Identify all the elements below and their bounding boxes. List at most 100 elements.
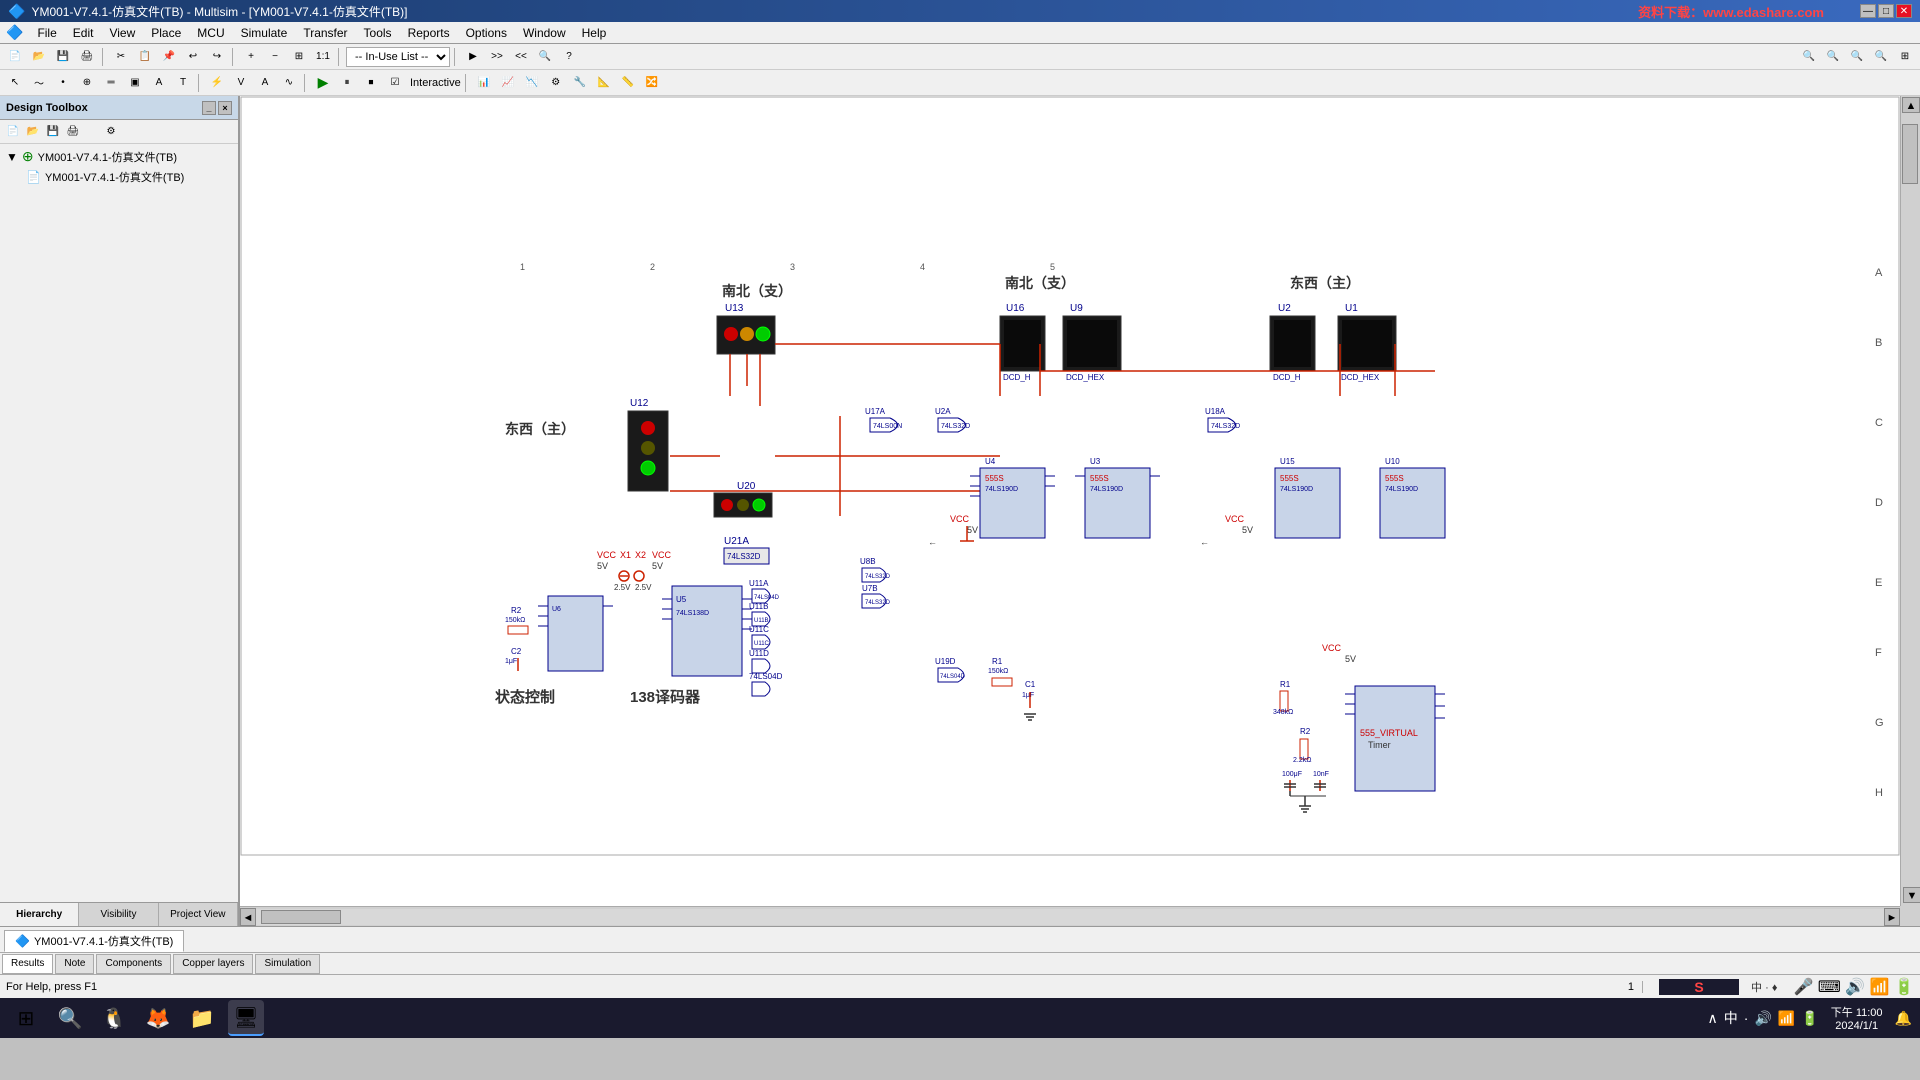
ammeter-btn[interactable]: A <box>254 73 276 93</box>
help-btn2[interactable]: ? <box>558 47 580 67</box>
result-tab-note[interactable]: Note <box>55 954 94 974</box>
analysis3-btn[interactable]: 📉 <box>521 73 543 93</box>
result-tab-copper[interactable]: Copper layers <box>173 954 253 974</box>
scroll-up-btn[interactable]: ▲ <box>1902 97 1920 113</box>
schematic-view[interactable]: 数字交通灯 A B C D E F G H U13 <box>240 96 1900 906</box>
save-button[interactable]: 💾 <box>52 47 74 67</box>
label-btn[interactable]: T <box>172 73 194 93</box>
result-tab-components[interactable]: Components <box>96 954 171 974</box>
panel-tb-open[interactable]: 📂 <box>24 123 42 141</box>
scroll-right-btn[interactable]: ► <box>1884 908 1900 926</box>
tray-input-icon[interactable]: 中 <box>1724 1008 1738 1028</box>
taskbar-browser[interactable]: 🦊 <box>140 1000 176 1036</box>
print-button[interactable]: 🖨 <box>76 47 98 67</box>
menu-reports[interactable]: Reports <box>400 24 458 42</box>
taskbar-multisim[interactable]: 🖥 <box>228 1000 264 1036</box>
result-tab-simulation[interactable]: Simulation <box>255 954 320 974</box>
zoom-in-right[interactable]: 🔍 <box>1798 47 1820 67</box>
paste-button[interactable]: 📌 <box>158 47 180 67</box>
analysis6-btn[interactable]: 📐 <box>593 73 615 93</box>
taskbar-files[interactable]: 📁 <box>184 1000 220 1036</box>
component-btn[interactable]: ▣ <box>124 73 146 93</box>
undo-button[interactable]: ↩ <box>182 47 204 67</box>
clock-area[interactable]: 下午 11:00 2024/1/1 <box>1823 1004 1891 1032</box>
interactive-check[interactable]: ☑ <box>384 73 406 93</box>
result-tab-results[interactable]: Results <box>2 954 53 974</box>
website-link[interactable]: 资料下载：www.edashare.com <box>1638 2 1824 21</box>
close-button[interactable]: ✕ <box>1896 4 1912 18</box>
menu-window[interactable]: Window <box>515 24 574 42</box>
wire-btn[interactable]: 〜 <box>28 73 50 93</box>
node-btn[interactable]: • <box>52 73 74 93</box>
tray-network-icon[interactable]: 📶 <box>1778 1010 1795 1027</box>
tree-child-item[interactable]: 📄 YM001-V7.4.1-仿真文件(TB) <box>22 167 236 187</box>
scroll-down-btn[interactable]: ▼ <box>1903 887 1920 903</box>
stop-sim-btn[interactable]: ⏹ <box>360 73 382 93</box>
h-scrollbar[interactable]: ◄ ► <box>240 906 1900 926</box>
select-btn[interactable]: ↖ <box>4 73 26 93</box>
pause-sim-btn[interactable]: ⏸ <box>336 73 358 93</box>
junction-btn[interactable]: ⊕ <box>76 73 98 93</box>
analysis-btn[interactable]: 📊 <box>473 73 495 93</box>
menu-view[interactable]: View <box>101 24 143 42</box>
sheet-tab-active[interactable]: 🔷 YM001-V7.4.1-仿真文件(TB) <box>4 930 184 952</box>
run-sim-btn[interactable]: ▶ <box>312 73 334 93</box>
panel-tb-settings[interactable]: ⚙ <box>102 123 120 141</box>
tray-notification-icon[interactable]: 🔔 <box>1895 1010 1912 1027</box>
redo-button[interactable]: ↪ <box>206 47 228 67</box>
canvas-area[interactable]: 数字交通灯 A B C D E F G H U13 <box>240 96 1920 926</box>
zoom-fit-btn[interactable]: ⊞ <box>288 47 310 67</box>
tray-expand-icon[interactable]: ∧ <box>1708 1010 1718 1027</box>
taskbar-linux[interactable]: 🐧 <box>96 1000 132 1036</box>
panel-close-btn[interactable]: × <box>218 101 232 115</box>
cut-button[interactable]: ✂ <box>110 47 132 67</box>
menu-mcu[interactable]: MCU <box>189 24 232 42</box>
panel-minimize-btn[interactable]: _ <box>202 101 216 115</box>
text-btn[interactable]: A <box>148 73 170 93</box>
zoom-100-btn[interactable]: 1:1 <box>312 47 334 67</box>
bus-btn[interactable]: ═ <box>100 73 122 93</box>
tab-hierarchy[interactable]: Hierarchy <box>0 903 79 926</box>
analysis7-btn[interactable]: 📏 <box>617 73 639 93</box>
taskbar-search[interactable]: 🔍 <box>52 1000 88 1036</box>
scroll-thumb-h[interactable] <box>261 910 341 924</box>
tab-project-view[interactable]: Project View <box>159 903 238 926</box>
tray-sound-icon[interactable]: 🔊 <box>1754 1010 1771 1027</box>
menu-help[interactable]: Help <box>574 24 615 42</box>
analysis4-btn[interactable]: ⚙ <box>545 73 567 93</box>
menu-file[interactable]: File <box>29 24 64 42</box>
scroll-thumb-v[interactable] <box>1902 124 1918 184</box>
run-btn[interactable]: ▶ <box>462 47 484 67</box>
menu-simulate[interactable]: Simulate <box>233 24 296 42</box>
tab-visibility[interactable]: Visibility <box>79 903 158 926</box>
menu-place[interactable]: Place <box>143 24 189 42</box>
grid-btn[interactable]: ⊞ <box>1894 47 1916 67</box>
menu-tools[interactable]: Tools <box>356 24 400 42</box>
analysis8-btn[interactable]: 🔀 <box>641 73 663 93</box>
menu-transfer[interactable]: Transfer <box>295 24 355 42</box>
restore-button[interactable]: □ <box>1878 4 1894 18</box>
taskbar-start[interactable]: ⊞ <box>8 1000 44 1036</box>
oscilloscope-btn[interactable]: ∿ <box>278 73 300 93</box>
analysis2-btn[interactable]: 📈 <box>497 73 519 93</box>
zoom-in-btn[interactable]: + <box>240 47 262 67</box>
menu-options[interactable]: Options <box>458 24 515 42</box>
open-button[interactable]: 📂 <box>28 47 50 67</box>
zoom-out-right[interactable]: 🔍 <box>1822 47 1844 67</box>
minimize-button[interactable]: — <box>1860 4 1876 18</box>
tree-root[interactable]: ▼ ⊕ YM001-V7.4.1-仿真文件(TB) <box>2 146 236 167</box>
voltmeter-btn[interactable]: V <box>230 73 252 93</box>
analysis5-btn[interactable]: 🔧 <box>569 73 591 93</box>
tray-battery-icon[interactable]: 🔋 <box>1801 1010 1818 1027</box>
zoom-out-btn[interactable]: − <box>264 47 286 67</box>
menu-edit[interactable]: Edit <box>65 24 102 42</box>
v-scrollbar[interactable]: ▲ ▼ <box>1900 96 1920 906</box>
new-button[interactable]: 📄 <box>4 47 26 67</box>
back-btn[interactable]: << <box>510 47 532 67</box>
search-btn[interactable]: 🔍 <box>534 47 556 67</box>
panel-tb-new[interactable]: 📄 <box>4 123 22 141</box>
scroll-left-btn[interactable]: ◄ <box>240 908 256 926</box>
zoom-fit-right[interactable]: 🔍 <box>1846 47 1868 67</box>
panel-tb-save[interactable]: 💾 <box>44 123 62 141</box>
in-use-list-dropdown[interactable]: -- In-Use List -- <box>346 47 450 67</box>
